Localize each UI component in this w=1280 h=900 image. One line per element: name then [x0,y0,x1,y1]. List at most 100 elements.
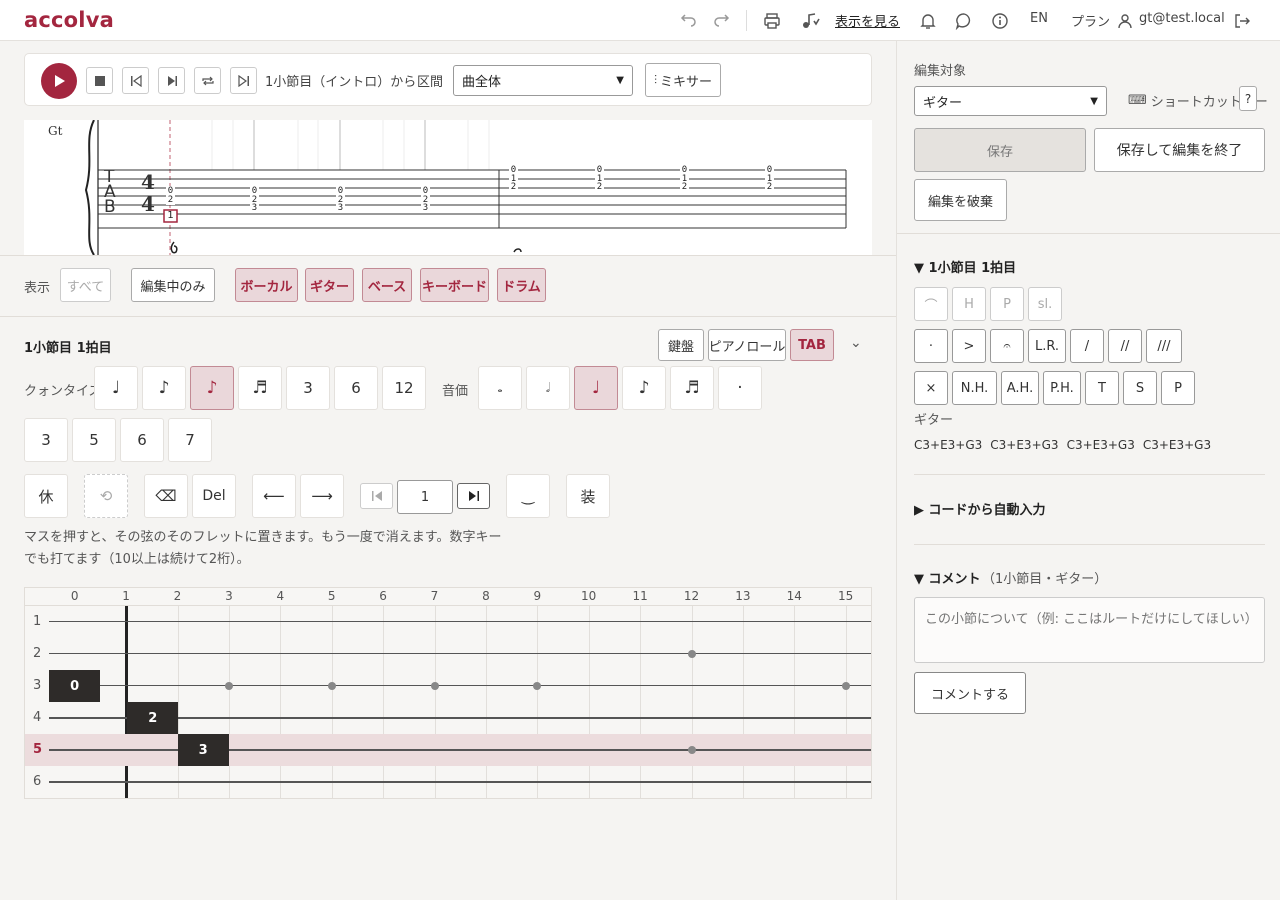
stop-button[interactable] [86,67,113,94]
placed-note[interactable]: 0 [49,670,101,702]
articulation-button[interactable]: / [1070,329,1104,363]
string-line[interactable] [49,653,871,654]
quantize-quarter[interactable]: ♩ [94,366,138,410]
measure-input[interactable]: 1 [397,480,453,514]
arrow-right-icon[interactable]: ⟶ [300,474,344,518]
filter-vocal-button[interactable]: ボーカル [235,268,298,302]
undo-icon[interactable] [678,10,700,32]
logo[interactable]: accolva [24,8,114,32]
articulation-button[interactable]: > [952,329,986,363]
language-toggle[interactable]: EN [1030,11,1048,26]
skip-end-button[interactable] [230,67,257,94]
duration-dot[interactable]: · [718,366,762,410]
comment-submit-button[interactable]: コメントする [914,672,1026,714]
discard-button[interactable]: 編集を破棄 [914,179,1007,221]
save-exit-button[interactable]: 保存して編集を終了 [1094,128,1265,172]
bell-icon[interactable] [917,10,939,32]
tuplet-3[interactable]: 3 [24,418,68,462]
fretboard-grid[interactable]: 0 1 2 3 4 5 6 7 8 9 10 11 12 13 14 15 123456023 [24,587,872,799]
filter-drums-button[interactable]: ドラム [497,268,546,302]
articulation-button[interactable]: ⌒ [914,287,948,321]
articulation-button[interactable]: sl. [1028,287,1062,321]
duration-half[interactable]: 𝅗𝅥 [526,366,570,410]
articulation-button[interactable]: P [1161,371,1195,405]
quantize-12[interactable]: 12 [382,366,426,410]
duration-sixteenth[interactable]: ♬ [670,366,714,410]
articulation-button[interactable]: × [914,371,948,405]
print-icon[interactable] [761,10,783,32]
articulation-button[interactable]: S [1123,371,1157,405]
duration-whole[interactable]: 𝅝 [478,366,522,410]
score-view[interactable]: Gt T A B 4 4 1 0 2 0 2 3 0 2 3 0 2 3 0 1… [24,120,872,255]
collapse-chevron-icon[interactable]: ⌄ [850,335,862,351]
duration-eighth[interactable]: ♪ [622,366,666,410]
measure-last-icon[interactable] [457,483,490,509]
step-forward-button[interactable] [158,67,185,94]
string-line[interactable] [49,685,871,686]
articulation-button[interactable]: 𝄐 [990,329,1024,363]
view-tab-button[interactable]: TAB [790,329,834,361]
placed-note[interactable]: 2 [127,702,179,734]
filter-all-button[interactable]: すべて [60,268,111,302]
tab-letter: B [104,197,116,217]
ornament-button[interactable]: 装 [566,474,610,518]
filter-editing-button[interactable]: 編集中のみ [131,268,215,302]
filter-keyboard-button[interactable]: キーボード [420,268,489,302]
comment-title[interactable]: ▼ コメント [914,568,981,587]
auto-fill-toggle[interactable]: ▶ コードから自動入力 [914,499,1046,518]
music-note-icon[interactable] [800,10,822,32]
measure-first-icon[interactable] [360,483,393,509]
mixer-button[interactable]: ⫶ ミキサー [645,63,721,97]
tuplet-7[interactable]: 7 [168,418,212,462]
articulation-button[interactable]: N.H. [952,371,997,405]
string-number: 3 [33,678,42,693]
tuplet-5[interactable]: 5 [72,418,116,462]
user-email[interactable]: gt@test.local [1139,11,1225,26]
articulation-button[interactable]: L.R. [1028,329,1066,363]
placed-note[interactable]: 3 [177,734,229,766]
filter-bass-button[interactable]: ベース [362,268,412,302]
tuplet-6[interactable]: 6 [120,418,164,462]
arrow-left-icon[interactable]: ⟵ [252,474,296,518]
articulation-button[interactable]: P.H. [1043,371,1081,405]
chat-icon[interactable] [953,10,975,32]
quantize-6[interactable]: 6 [334,366,378,410]
logout-icon[interactable] [1231,10,1253,32]
articulation-button[interactable]: P [990,287,1024,321]
articulation-button[interactable]: /// [1146,329,1182,363]
save-button[interactable]: 保存 [914,128,1086,172]
quantize-triplet[interactable]: 3 [286,366,330,410]
articulation-button[interactable]: · [914,329,948,363]
view-pianoroll-button[interactable]: ピアノロール [708,329,786,361]
rest-button[interactable]: 休 [24,474,68,518]
duration-quarter[interactable]: ♩ [574,366,618,410]
reset-icon[interactable]: ⟲ [84,474,128,518]
shortcut-help-button[interactable]: ? [1239,86,1257,111]
articulation-button[interactable]: // [1108,329,1142,363]
info-icon[interactable] [989,10,1011,32]
quantize-eighth[interactable]: ♪ [142,366,186,410]
tie-icon[interactable]: ‿ [506,474,550,518]
string-line[interactable] [49,621,871,622]
redo-icon[interactable] [710,10,732,32]
skip-start-button[interactable] [122,67,149,94]
articulation-title[interactable]: ▼ 1小節目 1拍目 [914,257,1016,276]
section-select[interactable]: 曲全体 ▼ [453,65,633,96]
filter-guitar-button[interactable]: ギター [305,268,354,302]
articulation-button[interactable]: A.H. [1001,371,1039,405]
view-link[interactable]: 表示を見る [835,11,900,30]
play-button[interactable] [41,63,77,99]
backspace-icon[interactable]: ⌫ [144,474,188,518]
string-line[interactable] [49,749,871,751]
plan-link[interactable]: プラン [1071,11,1110,30]
articulation-button[interactable]: H [952,287,986,321]
target-select[interactable]: ギター ▼ [914,86,1107,116]
loop-button[interactable] [194,67,221,94]
view-keyboard-button[interactable]: 鍵盤 [658,329,704,361]
string-line[interactable] [49,781,871,783]
delete-button[interactable]: Del [192,474,236,518]
articulation-button[interactable]: T [1085,371,1119,405]
comment-textarea[interactable] [914,597,1265,663]
quantize-sixteenth[interactable]: ♪ [190,366,234,410]
quantize-32nd[interactable]: ♬ [238,366,282,410]
